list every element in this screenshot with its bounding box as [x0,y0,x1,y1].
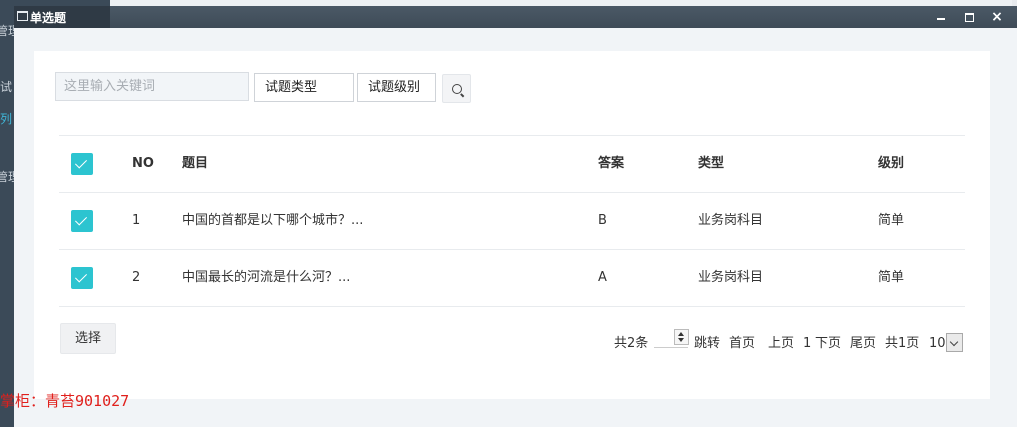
current-page: 1 [803,336,812,351]
row-level: 简单 [878,213,905,228]
search-button[interactable] [442,74,471,103]
row-no: 1 [132,213,141,228]
row-level: 简单 [878,270,905,285]
table-row[interactable]: 2 中国最长的河流是什么河？... A 业务岗科目 简单 [59,249,965,307]
header-type: 类型 [698,156,725,171]
header-level: 级别 [878,156,905,171]
page-stepper[interactable] [674,329,689,345]
question-type-select[interactable]: 试题类型 [254,73,354,102]
chevron-down-icon[interactable] [946,333,963,352]
check-icon [74,270,88,283]
last-page-link[interactable]: 尾页 [850,334,876,354]
keyword-search-input[interactable] [55,72,249,101]
maximize-button[interactable] [956,6,982,28]
row-answer: A [598,270,607,285]
question-picker-dialog: 单选题 × 试题类型 试题级别 NO 题目 答案 类型 [14,6,1017,427]
seller-watermark: 掌柜：青苔901027 [0,392,130,410]
row-type: 业务岗科目 [698,270,764,285]
dialog-titlebar: 单选题 × [14,6,1017,28]
check-icon [74,156,88,169]
header-question: 题目 [182,156,209,171]
search-icon [452,84,462,94]
table-row[interactable]: 1 中国的首都是以下哪个城市？... B 业务岗科目 简单 [59,192,965,249]
minimize-button[interactable] [928,6,954,28]
header-answer: 答案 [598,156,625,171]
jump-link[interactable]: 跳转 [694,334,720,354]
row-type: 业务岗科目 [698,213,764,228]
table-header-row: NO 题目 答案 类型 级别 [59,135,965,192]
row-no: 2 [132,270,141,285]
questions-table: NO 题目 答案 类型 级别 1 中国的首都是以下哪个城市？... B 业务岗科… [59,135,965,307]
select-button[interactable]: 选择 [60,323,116,354]
row-checkbox[interactable] [71,210,93,232]
first-page-link[interactable]: 首页 [729,334,755,354]
total-pages: 共1页 [885,336,920,351]
row-answer: B [598,213,607,228]
row-checkbox[interactable] [71,267,93,289]
question-level-select[interactable]: 试题级别 [357,73,436,102]
stepper-down-icon[interactable] [678,338,684,342]
row-question: 中国的首都是以下哪个城市？... [182,213,364,228]
screen: 管理 × 试 列 管理 测 案 单选题 × 试题类型 试题级别 [0,0,1017,427]
bg-sidebar-fragment: 试 [0,80,13,94]
bg-sidebar-fragment: 列 [0,112,13,126]
next-page-link[interactable]: 下页 [815,334,841,354]
jump-page-field[interactable] [654,347,688,348]
header-no: NO [132,156,154,171]
check-icon [74,213,88,226]
total-count: 共2条 [614,336,649,351]
content-card: 试题类型 试题级别 NO 题目 答案 类型 级别 [34,51,990,399]
page-size-select[interactable]: 10 [929,334,946,354]
prev-page-link[interactable]: 上页 [768,334,794,354]
window-icon [17,11,28,21]
dialog-title: 单选题 [30,11,67,25]
stepper-up-icon[interactable] [678,332,684,336]
close-button[interactable]: × [984,6,1010,28]
select-all-checkbox[interactable] [71,153,93,175]
dialog-title-tab: 单选题 [14,6,110,28]
row-question: 中国最长的河流是什么河？... [182,270,351,285]
